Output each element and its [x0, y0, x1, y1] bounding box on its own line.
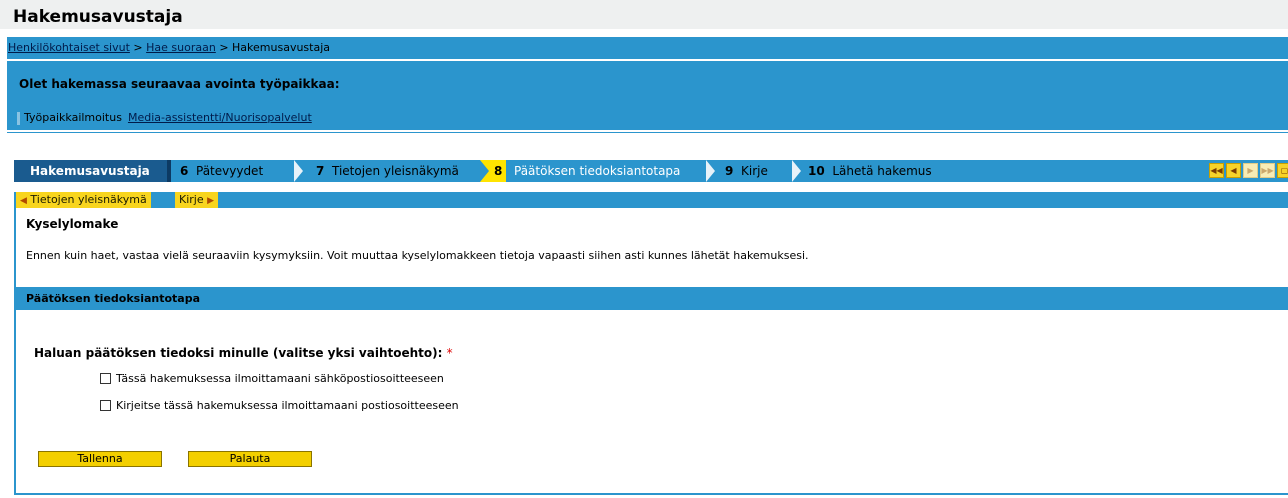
option-email[interactable]: Tässä hakemuksessa ilmoittamaani sähköpo… — [100, 372, 444, 385]
question-label: Haluan päätöksen tiedoksi minulle (valit… — [34, 346, 453, 360]
previous-step-button[interactable]: ◀ Tietojen yleisnäkymä — [16, 192, 151, 208]
option-post[interactable]: Kirjeitse tässä hakemuksessa ilmoittamaa… — [100, 399, 459, 412]
divider — [7, 132, 1288, 133]
tab-laheta-hakemus[interactable]: 10 Lähetä hakemus — [804, 160, 958, 182]
page-title: Hakemusavustaja — [0, 0, 1288, 29]
tab-arrow-icon — [706, 160, 715, 182]
tab-label: Päätöksen tiedoksiantotapa — [514, 164, 681, 178]
tab-number: 8 — [494, 164, 503, 178]
checkbox-email[interactable] — [100, 373, 111, 384]
breadcrumb-link-search[interactable]: Hae suoraan — [146, 41, 216, 54]
tab-number: 9 — [725, 164, 734, 178]
tab-hakemusavustaja[interactable]: Hakemusavustaja — [14, 160, 171, 182]
last-page-icon: ▶▶ — [1260, 163, 1275, 178]
first-page-icon[interactable]: ◀◀ — [1209, 163, 1224, 178]
page-nav-buttons: ◀◀ ◀ ▶ ▶▶ ▢ — [1209, 163, 1288, 178]
job-line-marker — [17, 111, 20, 125]
previous-page-icon[interactable]: ◀ — [1226, 163, 1241, 178]
tab-arrow-icon — [294, 160, 303, 182]
next-step-button[interactable]: Kirje ▶ — [175, 192, 219, 208]
previous-step-label: Tietojen yleisnäkymä — [30, 193, 147, 206]
tab-number: 7 — [316, 164, 325, 178]
next-page-icon: ▶ — [1243, 163, 1258, 178]
next-step-label: Kirje — [179, 193, 204, 206]
required-mark: * — [446, 346, 453, 360]
tab-number: 10 — [808, 164, 825, 178]
tab-tietojen-yleisnakyma[interactable]: 7 Tietojen yleisnäkymä — [306, 160, 482, 182]
tab-active-label-box: Päätöksen tiedoksiantotapa — [506, 160, 706, 182]
tab-label: Lähetä hakemus — [832, 164, 932, 178]
tab-arrow-icon — [480, 160, 489, 182]
breadcrumb: Henkilökohtaiset sivut > Hae suoraan > H… — [7, 37, 1288, 59]
window-icon[interactable]: ▢ — [1277, 163, 1288, 178]
tab-label: Kirje — [741, 164, 768, 178]
tab-number: 6 — [180, 164, 189, 178]
job-posting-link[interactable]: Media-assistentti/Nuorisopalvelut — [128, 111, 312, 124]
save-button[interactable]: Tallenna — [38, 451, 162, 467]
breadcrumb-separator: > — [219, 41, 229, 54]
reset-button[interactable]: Palauta — [188, 451, 312, 467]
breadcrumb-separator: > — [133, 41, 143, 54]
question-text: Haluan päätöksen tiedoksi minulle (valit… — [34, 346, 443, 360]
form-title: Kyselylomake — [26, 217, 119, 231]
form-intro-text: Ennen kuin haet, vastaa vielä seuraaviin… — [26, 249, 809, 262]
tab-label: Pätevyydet — [196, 164, 264, 178]
tab-kirje[interactable]: 9 Kirje — [717, 160, 797, 182]
option-post-label: Kirjeitse tässä hakemuksessa ilmoittamaa… — [116, 399, 459, 412]
breadcrumb-current: Hakemusavustaja — [232, 41, 331, 54]
job-info-panel: Olet hakemassa seuraavaa avointa työpaik… — [7, 61, 1288, 130]
breadcrumb-link-personal[interactable]: Henkilökohtaiset sivut — [8, 41, 130, 54]
triangle-left-icon: ◀ — [20, 196, 27, 206]
checkbox-post[interactable] — [100, 400, 111, 411]
wizard-tab-bar: Hakemusavustaja 6 Pätevyydet 7 Tietojen … — [14, 160, 1288, 182]
option-email-label: Tässä hakemuksessa ilmoittamaani sähköpo… — [116, 372, 444, 385]
job-heading: Olet hakemassa seuraavaa avointa työpaik… — [19, 77, 340, 91]
job-line: Työpaikkailmoitus Media-assistentti/Nuori… — [17, 111, 312, 125]
tab-label: Tietojen yleisnäkymä — [332, 164, 459, 178]
job-label: Työpaikkailmoitus — [24, 111, 122, 124]
tab-arrow-icon — [792, 160, 801, 182]
triangle-right-icon: ▶ — [207, 196, 215, 206]
section-heading: Päätöksen tiedoksiantotapa — [16, 287, 1288, 310]
sub-navigation: ◀ Tietojen yleisnäkymä Kirje ▶ — [14, 192, 1288, 208]
tab-label: Hakemusavustaja — [30, 164, 150, 178]
